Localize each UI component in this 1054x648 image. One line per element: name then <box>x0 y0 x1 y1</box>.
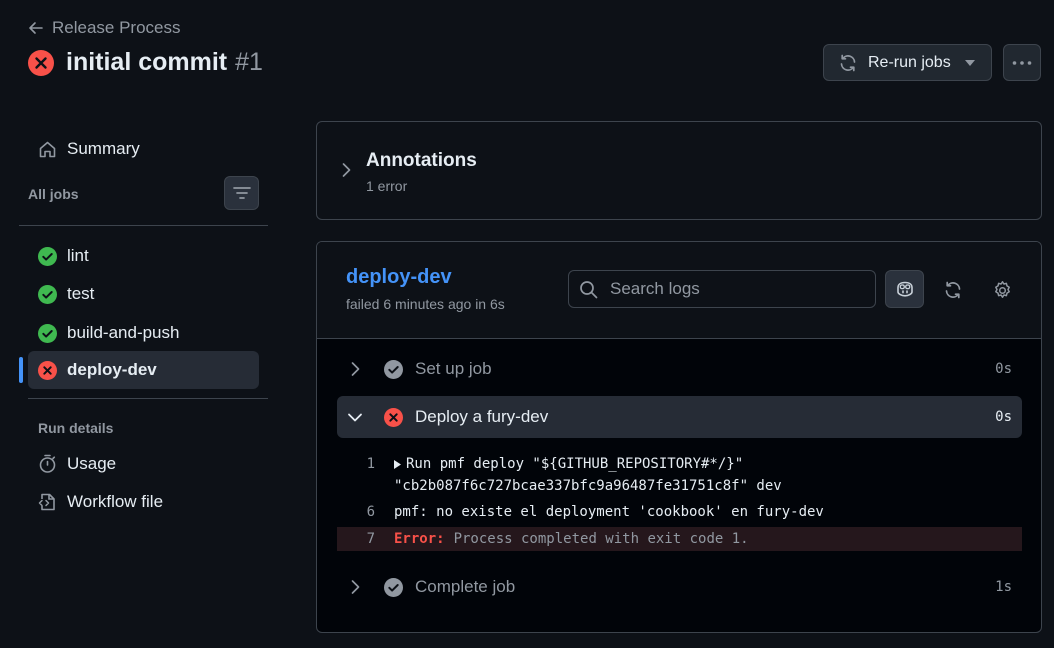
gear-icon <box>992 280 1013 301</box>
rerun-jobs-label: Re-run jobs <box>868 53 951 71</box>
more-options-button[interactable] <box>1003 44 1041 81</box>
sidebar-item-usage[interactable]: Usage <box>38 454 116 474</box>
sidebar-divider <box>28 398 268 399</box>
kebab-horizontal-icon <box>1012 60 1032 65</box>
sync-icon <box>943 280 963 300</box>
step-label: Set up job <box>415 359 492 378</box>
error-label: Error: <box>394 531 445 547</box>
check-circle-fill-icon <box>373 577 413 597</box>
sidebar-item-workflow-file[interactable]: Workflow file <box>38 492 163 512</box>
search-logs-field[interactable] <box>568 270 876 308</box>
filter-icon <box>232 186 251 200</box>
sidebar-item-label: Summary <box>67 139 140 158</box>
search-icon <box>579 280 598 299</box>
job-label: lint <box>67 246 89 265</box>
active-job-indicator <box>19 357 23 383</box>
job-label: build-and-push <box>67 323 180 342</box>
back-link-label: Release Process <box>52 18 181 37</box>
step-complete-job[interactable]: Complete job 1s <box>337 566 1022 608</box>
annotations-panel[interactable]: Annotations 1 error <box>316 121 1042 220</box>
log-line-6: 6 pmf: no existe el deployment 'cookbook… <box>337 504 1022 520</box>
check-circle-fill-icon <box>38 323 57 343</box>
step-label: Complete job <box>415 577 516 596</box>
job-status-text: failed 6 minutes ago in 6s <box>346 296 505 312</box>
triangle-right-icon[interactable] <box>394 459 401 469</box>
log-settings-button[interactable] <box>987 275 1017 305</box>
x-circle-fill-icon <box>38 360 57 380</box>
stopwatch-icon <box>38 454 57 474</box>
run-title: initial commit <box>66 48 228 76</box>
sidebar-divider <box>19 225 268 226</box>
log-line-7: 7 Error: Process completed with exit cod… <box>337 527 1022 551</box>
chevron-right-icon <box>341 162 351 178</box>
chevron-right-icon <box>337 579 373 595</box>
search-logs-input[interactable] <box>608 278 862 300</box>
filter-jobs-button[interactable] <box>224 176 259 210</box>
run-number: #1 <box>235 48 263 76</box>
sidebar-item-deploy-dev[interactable]: deploy-dev <box>28 351 259 389</box>
copilot-icon <box>895 280 915 298</box>
x-circle-fill-icon <box>373 407 413 427</box>
arrow-left-icon <box>28 20 44 36</box>
step-duration: 0s <box>995 361 1012 377</box>
step-duration: 0s <box>995 409 1012 425</box>
sidebar-item-lint[interactable]: lint <box>28 237 259 275</box>
log-text: "cb2b087f6c727bcae337bfc9a96487fe31751c8… <box>394 478 782 494</box>
step-label: Deploy a fury-dev <box>415 407 549 426</box>
chevron-down-icon <box>337 412 373 422</box>
job-label: deploy-dev <box>67 360 157 379</box>
file-code-icon <box>38 492 57 512</box>
sidebar-item-summary[interactable]: Summary <box>38 139 140 159</box>
page-title: initial commit #1 <box>28 48 263 77</box>
step-deploy-fury-dev[interactable]: Deploy a fury-dev 0s <box>337 396 1022 438</box>
refresh-logs-button[interactable] <box>938 275 968 305</box>
sidebar-item-label: Workflow file <box>67 492 164 511</box>
check-circle-fill-icon <box>38 284 57 304</box>
step-set-up-job[interactable]: Set up job 0s <box>337 348 1022 390</box>
check-circle-fill-icon <box>38 246 57 266</box>
rerun-jobs-button[interactable]: Re-run jobs <box>823 44 992 81</box>
job-header: deploy-dev failed 6 minutes ago in 6s <box>317 242 1041 339</box>
job-label: test <box>67 284 95 303</box>
line-number: 1 <box>366 456 375 472</box>
check-circle-fill-icon <box>373 359 413 379</box>
chevron-right-icon <box>337 361 373 377</box>
annotations-summary: 1 error <box>366 178 408 194</box>
back-link[interactable]: Release Process <box>28 18 181 38</box>
log-text: Run pmf deploy "${GITHUB_REPOSITORY#*/}" <box>406 456 744 472</box>
log-text: Process completed with exit code 1. <box>453 531 749 547</box>
triangle-down-icon <box>964 59 975 66</box>
sync-icon <box>838 53 858 73</box>
step-duration: 1s <box>995 579 1012 595</box>
job-title-link[interactable]: deploy-dev <box>346 266 452 289</box>
job-log-panel: deploy-dev failed 6 minutes ago in 6s Se… <box>316 241 1042 633</box>
copilot-button[interactable] <box>885 270 924 308</box>
sidebar-item-label: Usage <box>67 454 117 473</box>
sidebar-item-test[interactable]: test <box>28 275 259 313</box>
line-number: 6 <box>366 504 375 520</box>
x-circle-fill-icon <box>28 49 54 76</box>
run-details-heading: Run details <box>38 420 114 436</box>
all-jobs-heading: All jobs <box>28 186 79 202</box>
log-line-1[interactable]: 1 Run pmf deploy "${GITHUB_REPOSITORY#*/… <box>337 456 1022 494</box>
home-icon <box>38 140 57 159</box>
sidebar-item-build-and-push[interactable]: build-and-push <box>28 314 259 352</box>
line-number: 7 <box>366 531 375 547</box>
log-text: pmf: no existe el deployment 'cookbook' … <box>394 504 824 520</box>
annotations-title: Annotations <box>366 150 477 171</box>
